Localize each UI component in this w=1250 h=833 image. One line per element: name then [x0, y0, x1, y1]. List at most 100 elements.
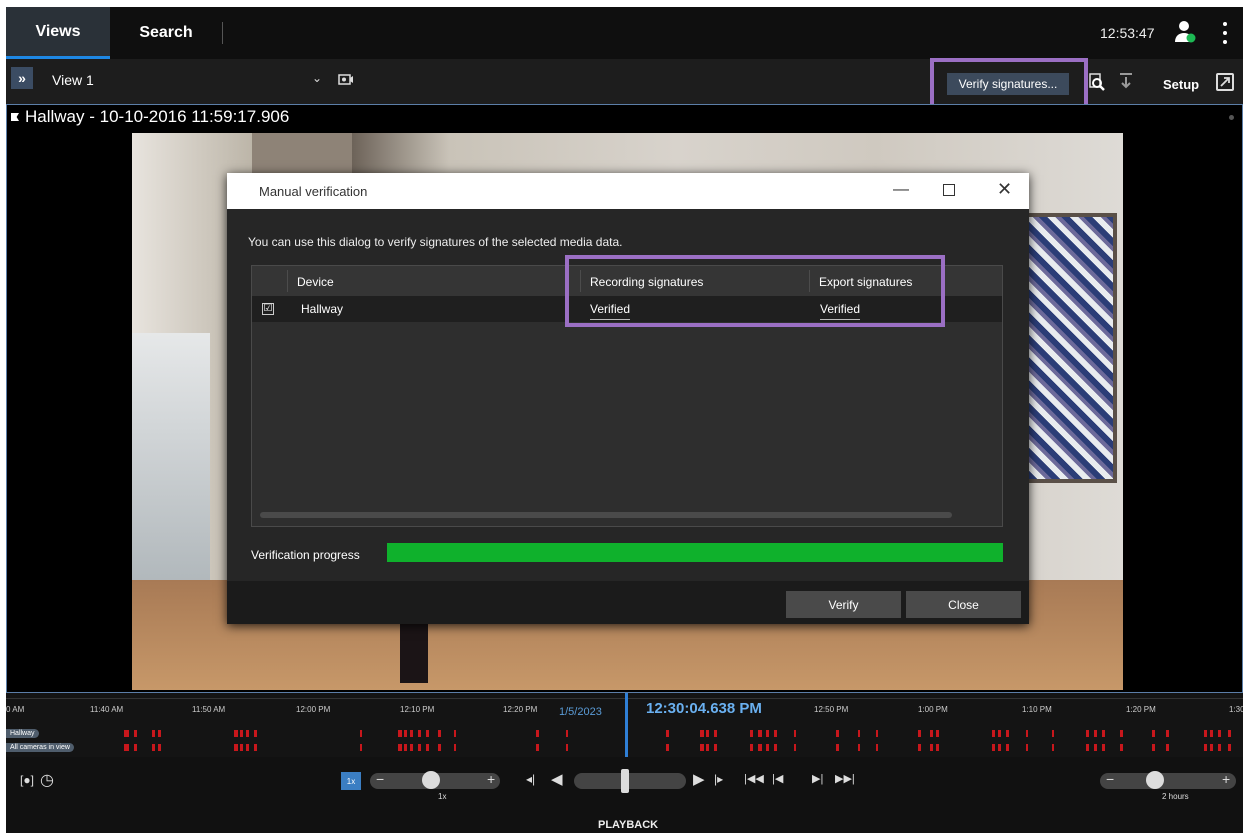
recording-segment [918, 730, 921, 737]
recording-segment [836, 730, 839, 737]
recording-segment [1228, 730, 1231, 737]
speed-slider[interactable]: − + [370, 771, 500, 789]
close-icon[interactable]: ✕ [997, 179, 1012, 200]
recording-segment [438, 744, 441, 751]
view-bar: » View 1 ⌄ Verify signatures... Setup [6, 58, 1243, 112]
clock-icon[interactable]: ◷ [40, 770, 54, 790]
verify-button[interactable]: Verify [786, 591, 901, 618]
recording-segment [706, 744, 709, 751]
recording-segment [134, 744, 137, 751]
timeline-tick-label: 11:50 AM [192, 705, 226, 714]
recording-segment [1218, 730, 1221, 737]
recording-segment [1166, 744, 1169, 751]
timeline-current-time: 12:30:04.638 PM [646, 700, 762, 717]
skip-start-icon[interactable]: |◀◀ [744, 772, 764, 785]
recording-segment [836, 744, 839, 751]
play-icon[interactable]: ▶ [693, 770, 705, 788]
next-frame-icon[interactable]: |▸ [714, 772, 723, 786]
close-button[interactable]: Close [906, 591, 1021, 618]
recording-segment [1006, 730, 1009, 737]
timeline-date: 1/5/2023 [559, 706, 602, 718]
reverse-play-icon[interactable]: ◀ [551, 770, 563, 788]
recording-segment [410, 744, 413, 751]
recording-segment [876, 744, 878, 751]
recording-segment [418, 744, 421, 751]
fullscreen-icon[interactable] [1216, 73, 1234, 91]
recording-segment [758, 744, 762, 751]
camera-settings-icon[interactable] [338, 71, 354, 87]
chevron-down-icon[interactable]: ⌄ [312, 71, 322, 85]
speed-badge[interactable]: 1x [341, 772, 361, 790]
minus-icon[interactable]: − [376, 771, 384, 787]
more-menu-icon[interactable] [1222, 22, 1228, 44]
skip-end-icon[interactable]: ▶▶| [835, 772, 855, 785]
recording-segment [426, 730, 429, 737]
progress-fill [387, 543, 1003, 562]
prev-sequence-icon[interactable]: |◀ [772, 772, 783, 785]
progress-label: Verification progress [251, 548, 360, 562]
recording-segment [714, 730, 717, 737]
track-label: Hallway [6, 729, 39, 738]
smart-client-window: Views Search 12:53:47 » View 1 ⌄ Verify … [6, 7, 1243, 833]
timeline-cursor[interactable] [625, 693, 628, 757]
tab-search[interactable]: Search [110, 7, 222, 59]
column-device[interactable]: Device [297, 275, 334, 289]
speed-slider-knob[interactable] [422, 771, 440, 789]
horizontal-scrollbar[interactable] [260, 512, 952, 518]
minus-icon[interactable]: − [1106, 771, 1114, 787]
recording-segment [438, 730, 441, 737]
setup-button[interactable]: Setup [1163, 77, 1199, 92]
recording-segment [750, 730, 753, 737]
dialog-title: Manual verification [259, 184, 368, 199]
speed-label: 1x [438, 792, 447, 801]
recording-segment [666, 730, 669, 737]
recording-segment [774, 744, 777, 751]
recording-segment [1210, 730, 1213, 737]
recording-segment [930, 730, 933, 737]
search-icon[interactable] [1088, 72, 1106, 92]
timeline-tick-label: 12:50 PM [814, 705, 849, 714]
recording-segment [1120, 744, 1123, 751]
recording-segment [700, 730, 704, 737]
recording-segment [936, 730, 939, 737]
plus-icon[interactable]: + [1222, 771, 1230, 787]
view-name[interactable]: View 1 [52, 72, 94, 88]
recording-segment [158, 744, 161, 751]
recording-segment [774, 730, 777, 737]
prev-frame-icon[interactable]: ◂| [526, 772, 535, 786]
recording-segment [240, 730, 243, 737]
jog-slider-knob[interactable] [621, 769, 629, 793]
row-checkbox[interactable]: ☑ [262, 303, 274, 315]
plus-icon[interactable]: + [487, 771, 495, 787]
dialog-description: You can use this dialog to verify signat… [248, 235, 623, 249]
tab-views[interactable]: Views [6, 7, 110, 59]
recording-segment [536, 744, 539, 751]
recording-segment [536, 730, 539, 737]
user-icon[interactable] [1174, 20, 1196, 44]
maximize-icon[interactable] [943, 184, 955, 196]
recording-segment [1086, 744, 1089, 751]
recording-segment [1094, 730, 1097, 737]
live-icon[interactable]: [●] [20, 773, 34, 787]
recording-segment [758, 730, 762, 737]
recording-segment [254, 744, 257, 751]
recording-segment [1152, 730, 1155, 737]
jog-slider[interactable] [574, 769, 686, 793]
recording-segment [410, 730, 413, 737]
export-icon[interactable] [1118, 72, 1134, 90]
time-range-knob[interactable] [1146, 771, 1164, 789]
recording-segment [876, 730, 878, 737]
minimize-icon[interactable]: — [893, 181, 909, 199]
video-person [400, 623, 428, 683]
time-range-slider[interactable]: − + [1100, 771, 1236, 789]
timeline[interactable]: 0 AM 11:40 AM 11:50 AM 12:00 PM 12:10 PM… [6, 693, 1243, 757]
recording-segment [234, 730, 238, 737]
recording-segment [1120, 730, 1123, 737]
device-name: Hallway [301, 302, 344, 316]
next-sequence-icon[interactable]: ▶| [812, 772, 823, 785]
timeline-tick-label: 1:10 PM [1022, 705, 1052, 714]
recording-segment [152, 744, 155, 751]
manual-verification-dialog: Manual verification — ✕ You can use this… [227, 173, 1029, 624]
dialog-titlebar[interactable]: Manual verification — ✕ [227, 173, 1029, 209]
expand-views-button[interactable]: » [11, 67, 33, 89]
